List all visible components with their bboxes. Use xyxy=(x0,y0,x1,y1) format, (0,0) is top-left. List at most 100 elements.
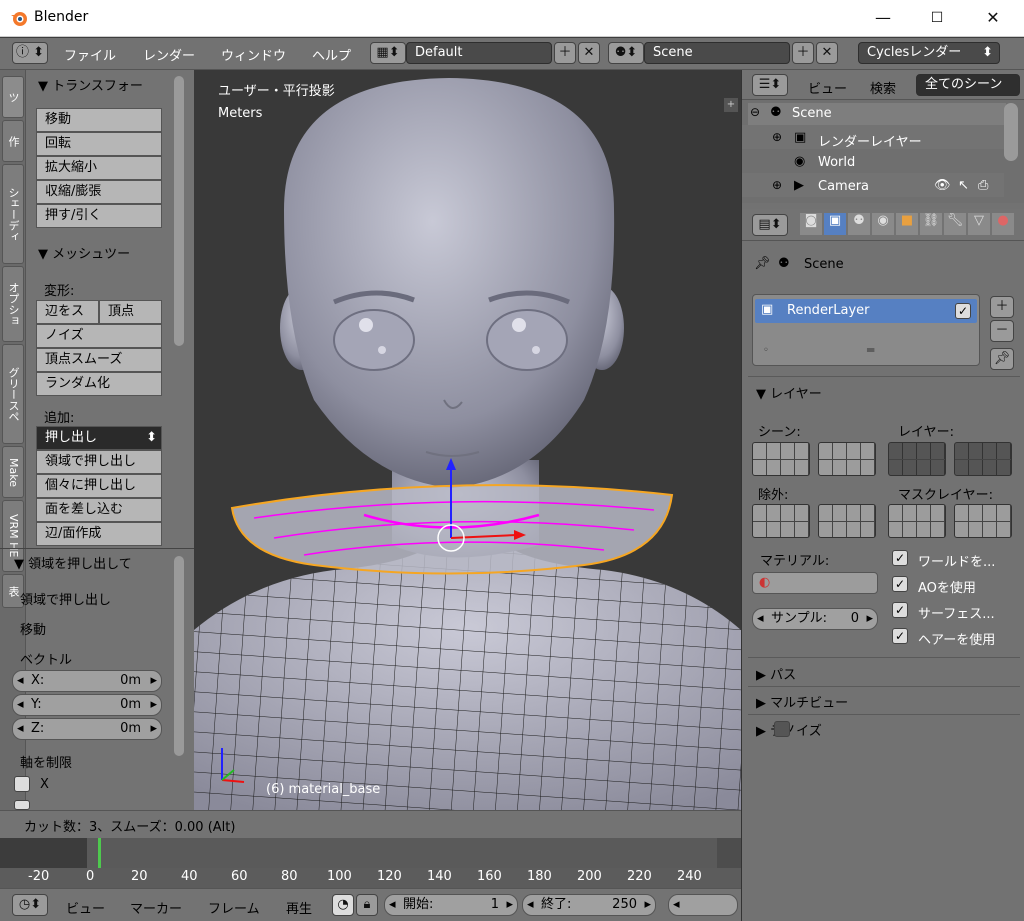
expand-icon[interactable]: ⊕ xyxy=(772,130,782,144)
edge-slide-button[interactable]: 辺をス xyxy=(36,300,99,324)
outliner-scrollbar[interactable] xyxy=(1004,103,1018,161)
pin-icon[interactable]: 📌︎ xyxy=(754,256,771,271)
tab-make[interactable]: Make xyxy=(2,446,24,498)
renderlayer-list-item[interactable]: ▣ RenderLayer ✓ xyxy=(755,299,977,323)
scene-selector-button[interactable]: ⚉⬍ xyxy=(608,42,644,64)
menu-window[interactable]: ウィンドウ xyxy=(221,45,286,64)
menu-help[interactable]: ヘルプ xyxy=(312,45,351,64)
mesh-tools-panel-header[interactable]: ▼ メッシュツー xyxy=(38,243,130,262)
multiview-panel-header[interactable]: ▶ マルチビュー xyxy=(756,692,887,711)
menu-file[interactable]: ファイル xyxy=(64,45,116,64)
push-pull-button[interactable]: 押す/引く xyxy=(36,204,162,228)
exclude-layers-grid-a[interactable] xyxy=(752,504,810,538)
outliner-row-scene[interactable]: ⊖ ⚉ Scene xyxy=(748,103,1006,125)
constraints-tab-icon[interactable]: ⛓ xyxy=(920,213,942,235)
layers-grid-b[interactable] xyxy=(954,442,1012,476)
minimize-button[interactable]: — xyxy=(860,4,906,32)
extrude-individual-button[interactable]: 個々に押し出し xyxy=(36,474,162,498)
constraint-y-checkbox[interactable] xyxy=(14,800,30,810)
material-tab-icon[interactable]: ● xyxy=(992,213,1014,235)
outliner-view-menu[interactable]: ビュー xyxy=(808,78,847,97)
vertex-slide-button[interactable]: 頂点 xyxy=(99,300,162,324)
render-camera-icon[interactable]: ⎙ xyxy=(978,178,988,193)
outliner-display-filter[interactable]: 全てのシーン xyxy=(916,74,1020,96)
render-engine-select[interactable]: Cyclesレンダー ⬍ xyxy=(858,42,1000,64)
operator-panel-scrollbar[interactable] xyxy=(174,556,184,756)
list-filter-icon[interactable]: ◦ xyxy=(763,345,769,356)
scene-tab-icon[interactable]: ⚉ xyxy=(848,213,870,235)
list-resize-handle-icon[interactable]: ═ xyxy=(867,343,874,357)
current-frame-field[interactable]: ◂ xyxy=(668,894,738,916)
passes-panel-header[interactable]: ▶ パス xyxy=(756,664,796,683)
scene-layers-grid-a[interactable] xyxy=(752,442,810,476)
shrink-fatten-button[interactable]: 収縮/膨張 xyxy=(36,180,162,204)
renderlayers-tab-icon[interactable]: ▣ xyxy=(824,213,846,235)
use-hair-checkbox[interactable]: ✓ xyxy=(892,628,908,644)
menu-frame[interactable]: フレーム xyxy=(208,898,260,917)
world-tab-icon[interactable]: ◉ xyxy=(872,213,894,235)
make-edge-face-button[interactable]: 辺/面作成 xyxy=(36,522,162,546)
use-ao-checkbox[interactable]: ✓ xyxy=(892,576,908,592)
end-frame-field[interactable]: ◂ 終了: 250 ▸ xyxy=(522,894,656,916)
tab-shading[interactable]: シェーディ xyxy=(2,164,24,264)
renderlayer-add-button[interactable]: ＋ xyxy=(990,296,1014,318)
maximize-button[interactable]: ☐ xyxy=(914,4,960,32)
outliner-search-menu[interactable]: 検索 xyxy=(870,78,896,97)
tab-options[interactable]: オプショ xyxy=(2,266,24,342)
close-button[interactable]: ✕ xyxy=(970,4,1016,32)
current-frame-marker[interactable] xyxy=(98,838,101,868)
preview-range-button[interactable]: ◔ xyxy=(332,894,354,916)
renderlayer-remove-button[interactable]: － xyxy=(990,320,1014,342)
outliner-row-world[interactable]: ◉ World xyxy=(772,152,1002,174)
renderlayer-pin-button[interactable]: 📌︎ xyxy=(990,348,1014,370)
modifiers-tab-icon[interactable]: 🔧︎ xyxy=(944,213,966,235)
scene-name-field[interactable]: Scene xyxy=(644,42,790,64)
selectable-cursor-icon[interactable]: ↖ xyxy=(958,178,969,193)
scene-add-button[interactable]: ＋ xyxy=(792,42,814,64)
data-tab-icon[interactable]: ▽ xyxy=(968,213,990,235)
samples-field[interactable]: ◂ サンプル: 0 ▸ xyxy=(752,608,878,630)
render-tab-icon[interactable]: ◙ xyxy=(800,213,822,235)
constraint-x-checkbox[interactable] xyxy=(14,776,30,792)
renderlayer-enabled-checkbox[interactable]: ✓ xyxy=(955,303,971,319)
mask-layers-grid-a[interactable] xyxy=(888,504,946,538)
tab-create[interactable]: 作 xyxy=(2,120,24,162)
viewport-properties-toggle[interactable]: + xyxy=(724,98,738,112)
menu-playback[interactable]: 再生 xyxy=(286,898,312,917)
menu-view[interactable]: ビュー xyxy=(66,898,105,917)
smooth-vertex-button[interactable]: 頂点スムーズ xyxy=(36,348,162,372)
tab-grease-pencil[interactable]: グリースペ xyxy=(2,344,24,444)
collapse-icon[interactable]: ⊖ xyxy=(750,105,760,119)
scale-button[interactable]: 拡大縮小 xyxy=(36,156,162,180)
layout-selector-button[interactable]: ▦⬍ xyxy=(370,42,406,64)
timeline[interactable]: -20 0 20 40 60 80 100 120 140 160 180 20… xyxy=(0,838,741,888)
vector-z-field[interactable]: ◂ Z: 0m ▸ xyxy=(12,718,162,740)
expand-icon[interactable]: ⊕ xyxy=(772,178,782,192)
start-frame-field[interactable]: ◂ 開始: 1 ▸ xyxy=(384,894,518,916)
visibility-eye-icon[interactable]: 👁︎ xyxy=(934,178,951,193)
use-world-checkbox[interactable]: ✓ xyxy=(892,550,908,566)
operator-panel-header[interactable]: ▼ 領域を押し出して xyxy=(14,553,132,572)
tool-shelf-scrollbar[interactable] xyxy=(174,76,184,346)
layout-remove-button[interactable]: ✕ xyxy=(578,42,600,64)
noise-button[interactable]: ノイズ xyxy=(36,324,162,348)
outliner-row-renderlayers[interactable]: ⊕ ▣ レンダーレイヤー xyxy=(772,128,1002,150)
rotate-button[interactable]: 回転 xyxy=(36,132,162,156)
inset-faces-button[interactable]: 面を差し込む xyxy=(36,498,162,522)
info-editor-button[interactable]: ⓘ ⬍ xyxy=(12,42,48,64)
material-override-field[interactable]: ◐ xyxy=(752,572,878,594)
tab-tools[interactable]: ツ xyxy=(2,76,24,118)
exclude-layers-grid-b[interactable] xyxy=(818,504,876,538)
move-button[interactable]: 移動 xyxy=(36,108,162,132)
object-tab-icon[interactable]: ■ xyxy=(896,213,918,235)
menu-render[interactable]: レンダー xyxy=(143,45,195,64)
outliner-row-camera[interactable]: ⊕ ▶ Camera 👁︎ ↖ ⎙ xyxy=(772,176,1002,198)
vector-y-field[interactable]: ◂ Y: 0m ▸ xyxy=(12,694,162,716)
scene-remove-button[interactable]: ✕ xyxy=(816,42,838,64)
extrude-region-button[interactable]: 領域で押し出し xyxy=(36,450,162,474)
timeline-editor-button[interactable]: ◷⬍ xyxy=(12,894,48,916)
layers-grid-a[interactable] xyxy=(888,442,946,476)
transform-panel-header[interactable]: ▼ トランスフォー xyxy=(38,75,143,94)
outliner-editor-button[interactable]: ☰⬍ xyxy=(752,74,788,96)
denoise-checkbox[interactable] xyxy=(774,721,790,737)
